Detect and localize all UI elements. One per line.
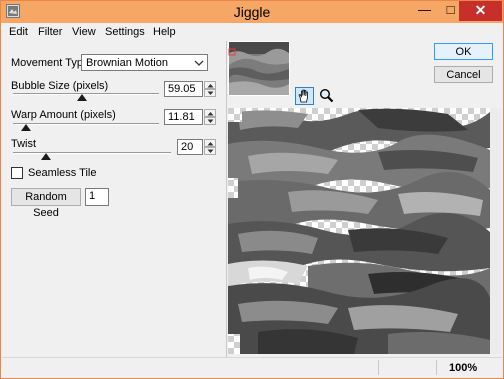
close-button[interactable]: ✕ (459, 1, 502, 21)
bubble-size-slider-thumb[interactable] (76, 94, 87, 101)
zoom-tool-button[interactable] (317, 87, 336, 105)
warp-amount-slider-thumb[interactable] (21, 124, 32, 131)
movement-type-value: Brownian Motion (86, 57, 168, 69)
bubble-size-spinner[interactable] (204, 81, 216, 97)
spin-up-icon[interactable] (204, 139, 216, 147)
menu-view[interactable]: View (72, 26, 96, 38)
random-seed-input[interactable]: 1 (85, 188, 109, 206)
status-bar: 100% (2, 357, 502, 378)
spin-down-icon[interactable] (204, 89, 216, 97)
title-bar: Jiggle — □ ✕ (1, 1, 503, 23)
movement-type-select[interactable]: Brownian Motion (81, 54, 208, 71)
seamless-tile-checkbox[interactable] (11, 167, 23, 179)
zoom-level: 100% (449, 362, 478, 374)
chevron-down-icon (194, 60, 204, 66)
panel-divider (226, 41, 227, 359)
bubble-size-label: Bubble Size (pixels) (11, 80, 109, 92)
status-separator (436, 360, 437, 375)
navigator-thumbnail[interactable] (228, 41, 290, 96)
twist-input[interactable]: 20 (177, 139, 203, 155)
magnifier-icon (319, 88, 334, 103)
menu-edit[interactable]: Edit (9, 26, 28, 38)
random-seed-button[interactable]: Random Seed (11, 188, 81, 219)
warp-amount-spinner[interactable] (204, 109, 216, 125)
cancel-button[interactable]: Cancel (434, 66, 493, 83)
preview-canvas[interactable] (228, 108, 490, 354)
menu-settings[interactable]: Settings (105, 26, 145, 38)
spin-up-icon[interactable] (204, 109, 216, 117)
preview-scrollbar[interactable] (490, 108, 501, 354)
twist-slider-thumb[interactable] (41, 153, 52, 160)
hand-tool-button[interactable] (295, 87, 314, 105)
seamless-tile-label: Seamless Tile (28, 167, 97, 179)
warp-amount-input[interactable]: 11.81 (164, 109, 203, 125)
menu-filter[interactable]: Filter (38, 26, 62, 38)
hand-icon (298, 89, 308, 103)
spin-up-icon[interactable] (204, 81, 216, 89)
twist-slider-track[interactable] (13, 152, 171, 154)
status-separator (378, 360, 379, 375)
menu-bar: Edit Filter View Settings Help (2, 23, 502, 41)
jiggle-dialog: Jiggle — □ ✕ Edit Filter View Settings H… (0, 0, 504, 379)
warp-amount-label: Warp Amount (pixels) (11, 109, 116, 121)
spin-down-icon[interactable] (204, 147, 216, 155)
twist-label: Twist (11, 138, 37, 150)
twist-spinner[interactable] (204, 139, 216, 155)
spin-down-icon[interactable] (204, 117, 216, 125)
warp-amount-slider-track[interactable] (13, 123, 159, 125)
minimize-button[interactable]: — (411, 1, 438, 21)
menu-help[interactable]: Help (153, 26, 176, 38)
ok-button[interactable]: OK (434, 43, 493, 60)
bubble-size-input[interactable]: 59.05 (164, 81, 203, 97)
movement-type-label: Movement Type: (11, 57, 93, 69)
